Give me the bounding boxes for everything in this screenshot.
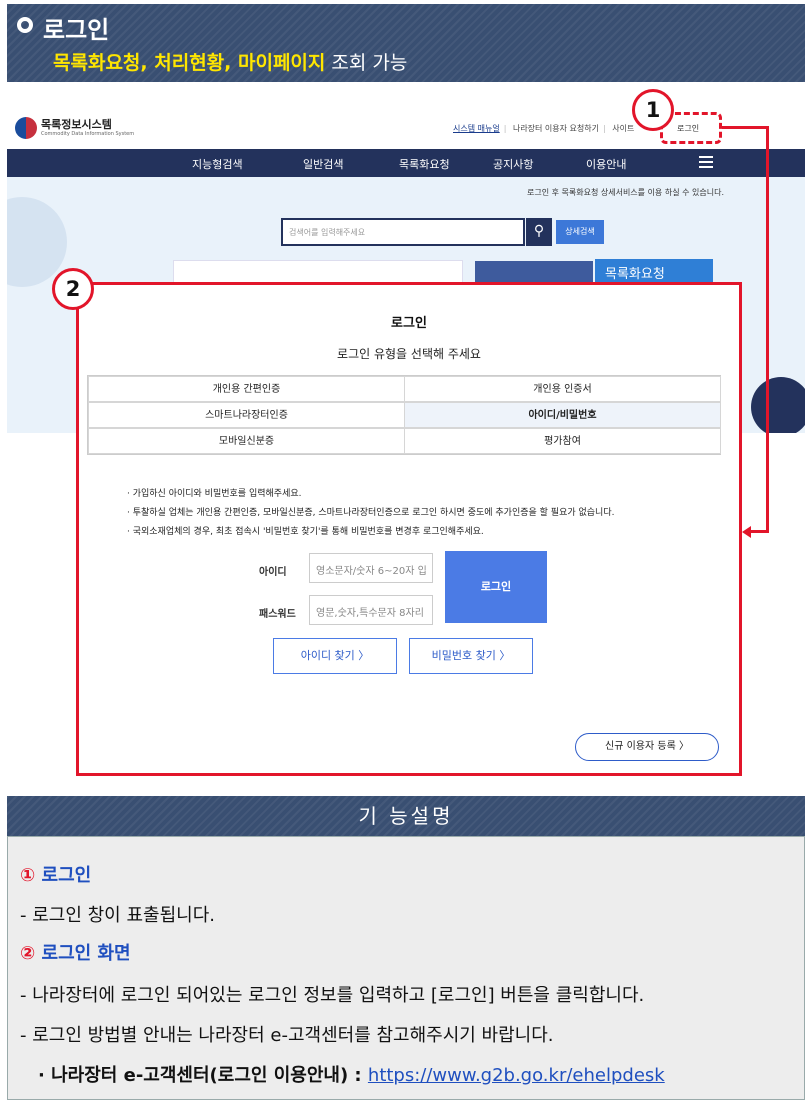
nav-item-catalog-request[interactable]: 목록화요청 — [399, 156, 450, 172]
banner-subtitle: 목록화요청, 처리현황, 마이페이지 조회 가능 — [53, 48, 407, 75]
dialog-subtitle: 로그인 유형을 선택해 주세요 — [337, 347, 481, 361]
search-input[interactable]: 검색어를 입력해주세요 — [281, 218, 525, 246]
item2-number: ② — [20, 943, 36, 964]
login-button[interactable]: 로그인 — [445, 551, 547, 623]
login-notes: · 가입하신 아이디와 비밀번호를 입력해주세요. · 투찰하실 업체는 개인용… — [127, 485, 614, 542]
callout-line — [722, 126, 768, 129]
manual-link[interactable]: 시스템 매뉴얼 — [453, 124, 500, 133]
item2-heading: ② 로그인 화면 — [20, 939, 131, 965]
note-line: · 가입하신 아이디와 비밀번호를 입력해주세요. — [127, 489, 302, 499]
bullet-icon — [17, 17, 33, 33]
item2-text3: · 나라장터 e-고객센터(로그인 이용안내) : https://www.g2… — [38, 1061, 665, 1087]
site-logo[interactable]: 목록정보시스템 — [41, 116, 112, 132]
callout-number-2: 2 — [52, 268, 94, 310]
callout-line — [748, 530, 769, 533]
item2-text1: - 나라장터에 로그인 되어있는 로그인 정보를 입력하고 [로그인] 버튼을 … — [20, 985, 645, 1006]
note-line: · 투찰하실 업체는 개인용 간편인증, 모바일신분증, 스마트나라장터인증으로… — [127, 508, 615, 518]
nav-item-notice[interactable]: 공지사항 — [493, 156, 533, 172]
search-icon[interactable]: ⚲ — [526, 218, 552, 246]
auth-option[interactable]: 개인용 인증서 — [404, 376, 721, 402]
arrow-left-icon — [742, 526, 751, 538]
detail-search-button[interactable]: 상세검색 — [556, 220, 604, 244]
helpdesk-link[interactable]: https://www.g2b.go.kr/ehelpdesk — [368, 1065, 665, 1086]
menu-icon[interactable] — [699, 156, 713, 168]
site-link[interactable]: 사이트 — [612, 124, 634, 133]
item2-text2: - 로그인 방법별 안내는 나라장터 e-고객센터를 참고해주시기 바랍니다. — [20, 1025, 554, 1046]
decor-circle — [751, 377, 805, 433]
item1-number: ① — [20, 865, 36, 886]
auth-option[interactable]: 개인용 간편인증 — [88, 376, 405, 402]
dialog-title: 로그인 — [391, 316, 427, 331]
find-password-button[interactable]: 비밀번호 찾기 〉 — [409, 638, 533, 674]
new-user-button[interactable]: 신규 이용자 등록 〉 — [575, 733, 719, 761]
auth-option[interactable]: 스마트나라장터인증 — [88, 402, 405, 428]
id-label: 아이디 — [259, 567, 287, 578]
nav-item-intelligent-search[interactable]: 지능형검색 — [192, 156, 243, 172]
item1-title: 로그인 — [35, 865, 92, 886]
section-banner: 로그인 목록화요청, 처리현황, 마이페이지 조회 가능 — [7, 4, 805, 82]
main-nav: 지능형검색 일반검색 목록화요청 공지사항 이용안내 — [7, 149, 805, 177]
callout-number-1: 1 — [632, 89, 674, 131]
helpdesk-label: · 나라장터 e-고객센터(로그인 이용안내) : — [38, 1065, 368, 1086]
auth-option[interactable]: 모바일신분증 — [88, 428, 405, 454]
item1-text: - 로그인 창이 표출됩니다. — [20, 905, 215, 926]
top-links: 시스템 매뉴얼 | 나라장터 이용자 요청하기 | 사이트 — [453, 124, 635, 133]
id-input[interactable]: 영소문자/숫자 6~20자 입 — [309, 553, 433, 583]
password-input[interactable]: 영문,숫자,특수문자 8자리 — [309, 595, 433, 625]
find-id-button[interactable]: 아이디 찾기 〉 — [273, 638, 397, 674]
auth-type-grid: 개인용 간편인증 개인용 인증서 스마트나라장터인증 아이디/비밀번호 모바일신… — [87, 375, 721, 455]
hero-note: 로그인 후 목록화요청 상세서비스를 이용 하실 수 있습니다. — [527, 188, 724, 197]
password-label: 패스워드 — [259, 609, 296, 620]
callout-line — [766, 126, 769, 532]
login-dialog: 로그인 로그인 유형을 선택해 주세요 개인용 간편인증 개인용 인증서 스마트… — [76, 282, 742, 776]
banner-subtitle-highlight: 목록화요청, 처리현황, 마이페이지 — [53, 52, 326, 74]
auth-option[interactable]: 평가참여 — [404, 428, 721, 454]
nav-item-general-search[interactable]: 일반검색 — [303, 156, 343, 172]
auth-option-selected[interactable]: 아이디/비밀번호 — [404, 402, 721, 428]
item1-heading: ① 로그인 — [20, 861, 91, 887]
item2-title: 로그인 화면 — [35, 943, 131, 964]
note-line: · 국외소재업체의 경우, 최초 접속시 '비밀번호 찾기'를 통해 비밀번호를… — [127, 527, 484, 537]
site-logo-sub: Commodity Data Information System — [41, 131, 135, 137]
description-panel: ① 로그인 - 로그인 창이 표출됩니다. ② 로그인 화면 - 나라장터에 로… — [7, 836, 805, 1100]
user-request-link[interactable]: 나라장터 이용자 요청하기 — [513, 124, 599, 133]
banner-subtitle-rest: 조회 가능 — [325, 52, 408, 74]
taegeuk-logo-icon — [15, 117, 37, 139]
banner-title: 로그인 — [43, 16, 110, 44]
description-header: 기 능설명 — [7, 796, 805, 836]
nav-item-guide[interactable]: 이용안내 — [586, 156, 626, 172]
